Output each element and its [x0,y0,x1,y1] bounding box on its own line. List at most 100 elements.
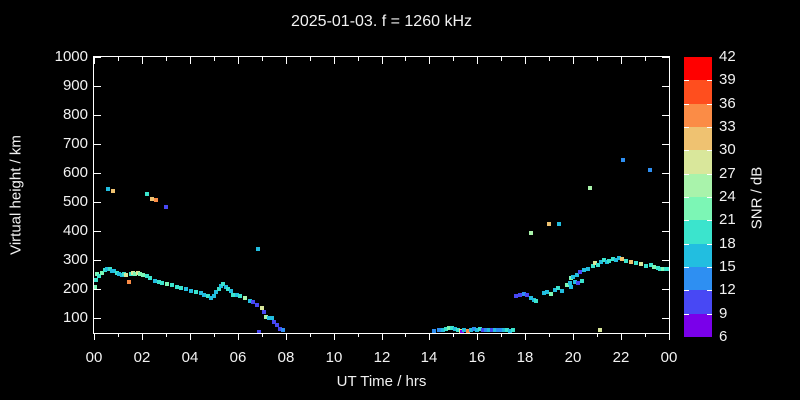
colorbar-tick [684,244,689,245]
data-point [281,328,286,333]
data-point [169,283,174,288]
x-tick [573,57,574,64]
colorbar-tick-label: 42 [719,48,736,65]
x-tick [190,57,191,64]
colorbar-segment [684,197,712,221]
x-tick [334,57,335,64]
data-point [556,222,561,227]
colorbar-tick [684,197,689,198]
data-point [97,274,102,279]
colorbar-tick-label: 21 [719,211,736,229]
colorbar-tick [684,127,689,128]
data-point [432,328,437,333]
y-axis-label: Virtual height / km [7,135,25,255]
ionogram-figure: 2025-01-03. f = 1260 kHz Virtual height … [0,0,800,400]
colorbar-segment [684,243,712,268]
y-tick-label: 200 [62,280,88,297]
colorbar-tick [707,290,712,291]
x-minor-tick [118,333,119,337]
y-tick-label: 700 [62,135,88,152]
colorbar-segment [684,220,712,245]
y-tick-label: 100 [62,309,88,326]
colorbar-tick [684,104,689,105]
x-tick-label: 22 [612,349,630,366]
colorbar-segment [684,57,712,81]
x-tick [477,57,478,64]
data-point [189,288,194,293]
colorbar-tick [707,267,712,268]
x-minor-tick [214,333,215,337]
data-point [256,246,261,251]
x-tick [238,333,239,340]
colorbar-tick [707,104,712,105]
colorbar-segment [684,150,712,175]
x-tick [525,57,526,64]
data-point [559,289,564,294]
data-point [174,284,179,289]
colorbar-tick [707,174,712,175]
data-point [547,222,552,227]
data-point [585,267,590,272]
colorbar-tick [707,197,712,198]
data-point [644,263,648,268]
data-point [184,286,189,291]
x-tick [525,333,526,340]
colorbar-segment [684,103,712,128]
y-tick [662,173,669,174]
colorbar-tick [684,290,689,291]
x-minor-tick [310,333,311,337]
y-tick-label: 600 [62,164,88,181]
colorbar-tick [707,220,712,221]
colorbar-tick-label: 12 [719,281,736,299]
data-point [126,279,131,284]
y-tick [662,57,669,58]
plot-area [94,57,669,333]
x-tick [621,333,622,340]
colorbar-segment [684,173,712,198]
y-tick [94,57,101,58]
data-point [94,278,98,283]
x-minor-tick [262,333,263,337]
data-point [638,262,643,267]
data-point [254,302,259,307]
y-tick [662,318,669,319]
chart-title: 2025-01-03. f = 1260 kHz [290,13,472,30]
x-tick [286,333,287,340]
data-point [163,204,168,209]
x-tick-label: 00 [85,349,103,366]
data-point [597,327,602,332]
x-tick [429,57,430,64]
x-tick [334,333,335,340]
data-point [179,285,184,290]
x-tick-label: 16 [468,349,486,366]
colorbar-tick-label: 36 [719,94,736,112]
data-point [160,281,165,286]
data-point [148,275,153,280]
x-tick [286,57,287,64]
data-point [647,168,652,172]
x-minor-tick [501,333,502,337]
data-point [579,278,584,283]
x-minor-tick [597,333,598,337]
x-tick [669,333,670,340]
x-tick-label: 08 [277,349,295,366]
x-tick-label: 04 [181,349,199,366]
x-tick [94,333,95,340]
x-tick [142,333,143,340]
y-tick [94,231,101,232]
y-tick [94,202,101,203]
x-tick-label: 06 [229,349,247,366]
y-tick [662,289,669,290]
colorbar-tick [684,220,689,221]
x-minor-tick [118,57,119,61]
colorbar-tick-label: 30 [719,141,736,159]
colorbar-tick-label: 15 [719,258,736,275]
x-minor-tick [358,57,359,61]
colorbar-tick-label: 39 [719,71,736,89]
x-minor-tick [549,333,550,337]
x-minor-tick [501,57,502,61]
x-tick [94,57,95,64]
x-minor-tick [166,333,167,337]
data-point [124,273,129,278]
data-point [511,328,516,333]
